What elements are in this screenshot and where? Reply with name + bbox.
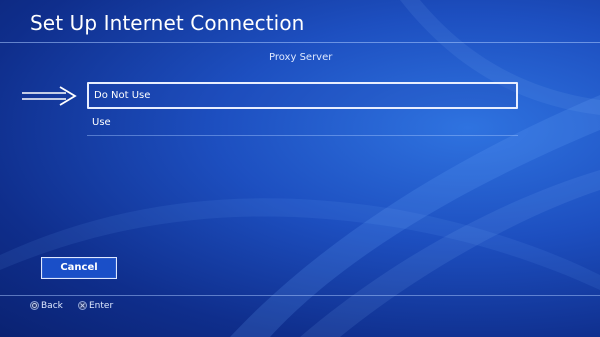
back-label: Back xyxy=(41,301,63,311)
cancel-button[interactable]: Cancel xyxy=(41,257,117,279)
title-divider xyxy=(0,42,600,43)
enter-label: Enter xyxy=(89,301,114,311)
ps4-network-setup-screen: Set Up Internet Connection Proxy Server … xyxy=(0,0,600,337)
option-use[interactable]: Use xyxy=(87,110,518,136)
option-do-not-use[interactable]: Do Not Use xyxy=(87,82,518,109)
enter-hint[interactable]: Enter xyxy=(78,300,113,312)
page-title: Set Up Internet Connection xyxy=(30,11,305,35)
proxy-option-list: Do Not Use Use xyxy=(87,82,518,136)
cross-button-icon xyxy=(78,301,87,310)
back-hint[interactable]: Back xyxy=(30,300,63,312)
circle-button-icon xyxy=(30,301,39,310)
section-subtitle: Proxy Server xyxy=(269,52,333,63)
option-label: Use xyxy=(92,117,111,128)
right-arrow-icon xyxy=(22,86,77,106)
option-label: Do Not Use xyxy=(94,90,151,101)
footer-divider xyxy=(0,295,600,296)
background-wave-decoration xyxy=(0,0,600,337)
